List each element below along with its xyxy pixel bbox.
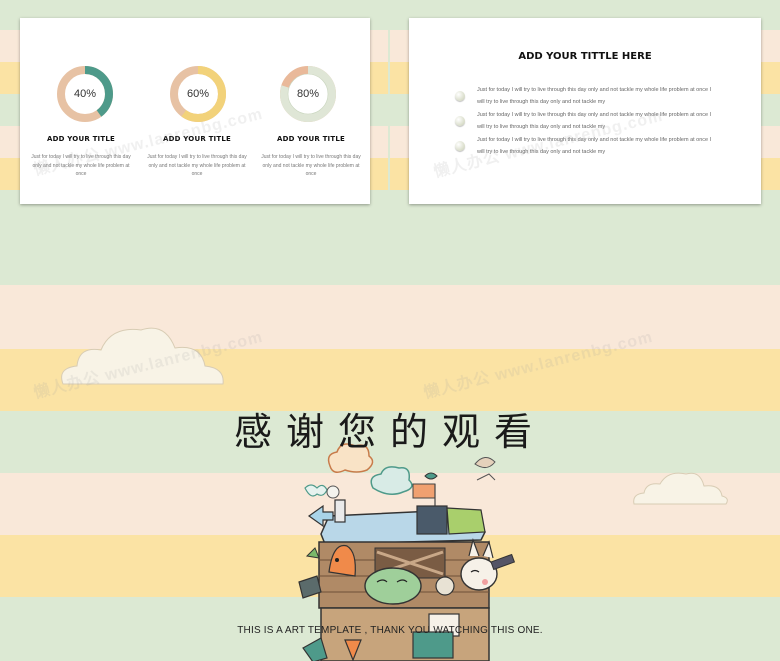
ring-percent-label: 40% — [73, 88, 97, 100]
thank-you-heading: 感谢您的观看 — [233, 410, 546, 454]
slide-thumbnail-right[interactable]: ADD YOUR TITTLE HERE Just for today I wi… — [390, 0, 780, 218]
bullet-text: Just for today I will try to live throug… — [477, 87, 712, 105]
slide-title: ADD YOUR TITTLE HERE — [518, 51, 652, 62]
ring-percent-label: 80% — [296, 88, 320, 100]
item-body: Just for today I will try to live throug… — [147, 154, 247, 177]
slide-thumbnail-left[interactable]: 40% ADD YOUR TITLE Just for today I will… — [0, 0, 388, 218]
progress-ring-3: 80% — [278, 64, 338, 124]
bullet-icon — [455, 116, 465, 126]
main-slide[interactable]: 懒人办公 www.lanrenbg.com 懒人办公 www.lanrenbg.… — [0, 221, 780, 661]
progress-ring-1: 40% — [55, 64, 115, 124]
item-body: Just for today I will try to live throug… — [261, 154, 361, 177]
cloud-icon — [633, 472, 728, 505]
bullet-icon — [455, 91, 465, 101]
content-card: 40% ADD YOUR TITLE Just for today I will… — [20, 18, 370, 204]
item-title: ADD YOUR TITLE — [277, 135, 345, 143]
content-card: ADD YOUR TITTLE HERE Just for today I wi… — [409, 18, 761, 204]
footer-subtitle: THIS IS A ART TEMPLATE , THANK YOU WATCH… — [237, 625, 543, 636]
